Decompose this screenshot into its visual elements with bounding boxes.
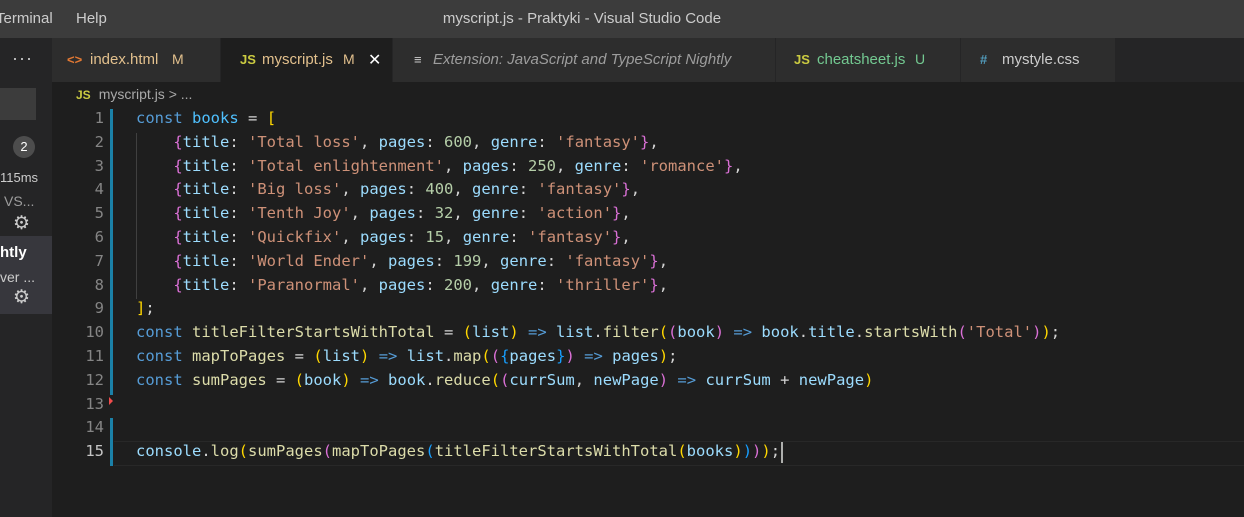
code-line: ]; — [136, 299, 155, 318]
line-number: 11 — [85, 347, 104, 365]
count-badge: 2 — [13, 136, 35, 158]
js-file-icon: JS — [240, 52, 256, 67]
code-line: {title: 'Paranormal', pages: 200, genre:… — [173, 275, 669, 294]
line-number: 7 — [94, 251, 104, 270]
gear-icon[interactable]: ⚙ — [13, 286, 30, 309]
line-number: 6 — [94, 228, 104, 246]
line-number: 1 — [94, 109, 104, 127]
preview-icon: ≡ — [414, 52, 422, 67]
code-line: const titleFilterStartsWithTotal = (list… — [136, 323, 1061, 342]
tab-myscript-js[interactable]: JS myscript.js M ✕ — [221, 38, 393, 82]
chevron-right-icon: > — [168, 86, 177, 102]
tab-label: cheatsheet.js — [817, 51, 906, 68]
untracked-badge: U — [915, 51, 926, 67]
tab-label: index.html — [90, 51, 159, 68]
text-cursor — [781, 442, 783, 463]
line-number: 9 — [94, 299, 104, 318]
code-line: console.log(sumPages(mapToPages(titleFil… — [136, 442, 781, 461]
line-number: 14 — [85, 418, 104, 437]
code-line: {title: 'Big loss', pages: 400, genre: '… — [173, 180, 641, 199]
tab-label: myscript.js — [262, 51, 333, 68]
git-modified-marker[interactable] — [110, 418, 113, 466]
title-bar: Terminal Help myscript.js - Praktyki - V… — [0, 0, 1244, 38]
line-number: 4 — [94, 180, 104, 199]
tab-index-html[interactable]: <> index.html M — [52, 38, 221, 82]
tab-label: mystyle.css — [1002, 51, 1080, 68]
line-number: 15 — [85, 442, 104, 461]
code-line: {title: 'World Ender', pages: 199, genre… — [173, 251, 669, 270]
close-icon[interactable]: ✕ — [368, 50, 381, 70]
line-number: 13 — [85, 394, 104, 413]
window-title: myscript.js - Praktyki - Visual Studio C… — [442, 10, 722, 27]
code-line: const books = [ — [136, 109, 277, 127]
line-number: 8 — [94, 275, 104, 294]
git-modified-marker[interactable] — [110, 109, 113, 395]
extension-name[interactable]: VS... — [4, 193, 34, 209]
css-file-icon: # — [980, 52, 988, 67]
selected-extension-name: htly — [0, 244, 27, 261]
code-line: const sumPages = (book) => book.reduce((… — [136, 370, 874, 389]
line-number: 2 — [94, 132, 104, 151]
line-number: 5 — [94, 204, 104, 223]
code-editor[interactable]: 1 2 3 4 5 6 7 8 9 10 11 12 13 14 15 const books = [ {t… — [52, 108, 1244, 517]
line-number: 3 — [94, 156, 104, 175]
code-line: const mapToPages = (list) => list.map(({… — [136, 347, 678, 365]
js-file-icon: JS — [794, 52, 810, 67]
line-number: 10 — [85, 323, 104, 342]
breadcrumb: JS myscript.js > ... — [76, 86, 192, 102]
extensions-search-input[interactable] — [0, 88, 36, 120]
activation-time: 115ms — [0, 170, 39, 185]
gear-icon[interactable]: ⚙ — [13, 212, 30, 235]
js-file-icon: JS — [76, 88, 91, 102]
html-file-icon: <> — [67, 52, 83, 67]
modified-badge: M — [172, 51, 184, 67]
tab-mystyle-css[interactable]: # mystyle.css — [961, 38, 1116, 82]
code-line: {title: 'Total loss', pages: 600, genre:… — [173, 132, 659, 151]
more-actions-icon[interactable]: ··· — [12, 48, 33, 69]
tab-label: Extension: JavaScript and TypeScript Nig… — [433, 51, 732, 68]
breadcrumb-file[interactable]: myscript.js — [99, 86, 165, 102]
git-deleted-marker[interactable] — [109, 396, 113, 405]
tab-extension-preview[interactable]: ≡ Extension: JavaScript and TypeScript N… — [393, 38, 776, 82]
line-number: 12 — [85, 370, 104, 389]
indent-guide — [136, 132, 137, 300]
selected-extension-item[interactable]: htly ver ... ⚙ — [0, 236, 52, 314]
code-line: {title: 'Tenth Joy', pages: 32, genre: '… — [173, 204, 631, 223]
code-line: {title: 'Total enlightenment', pages: 25… — [173, 156, 743, 175]
extensions-sidebar: ··· 2 115ms VS... ⚙ htly ver ... ⚙ — [0, 38, 52, 517]
editor-tabs: <> index.html M JS myscript.js M ✕ ≡ Ext… — [52, 38, 1244, 82]
code-line: {title: 'Quickfix', pages: 15, genre: 'f… — [173, 228, 631, 246]
modified-badge: M — [343, 51, 355, 67]
breadcrumb-more[interactable]: ... — [181, 86, 193, 102]
tab-cheatsheet-js[interactable]: JS cheatsheet.js U — [776, 38, 961, 82]
selected-extension-description: ver ... — [0, 269, 36, 285]
